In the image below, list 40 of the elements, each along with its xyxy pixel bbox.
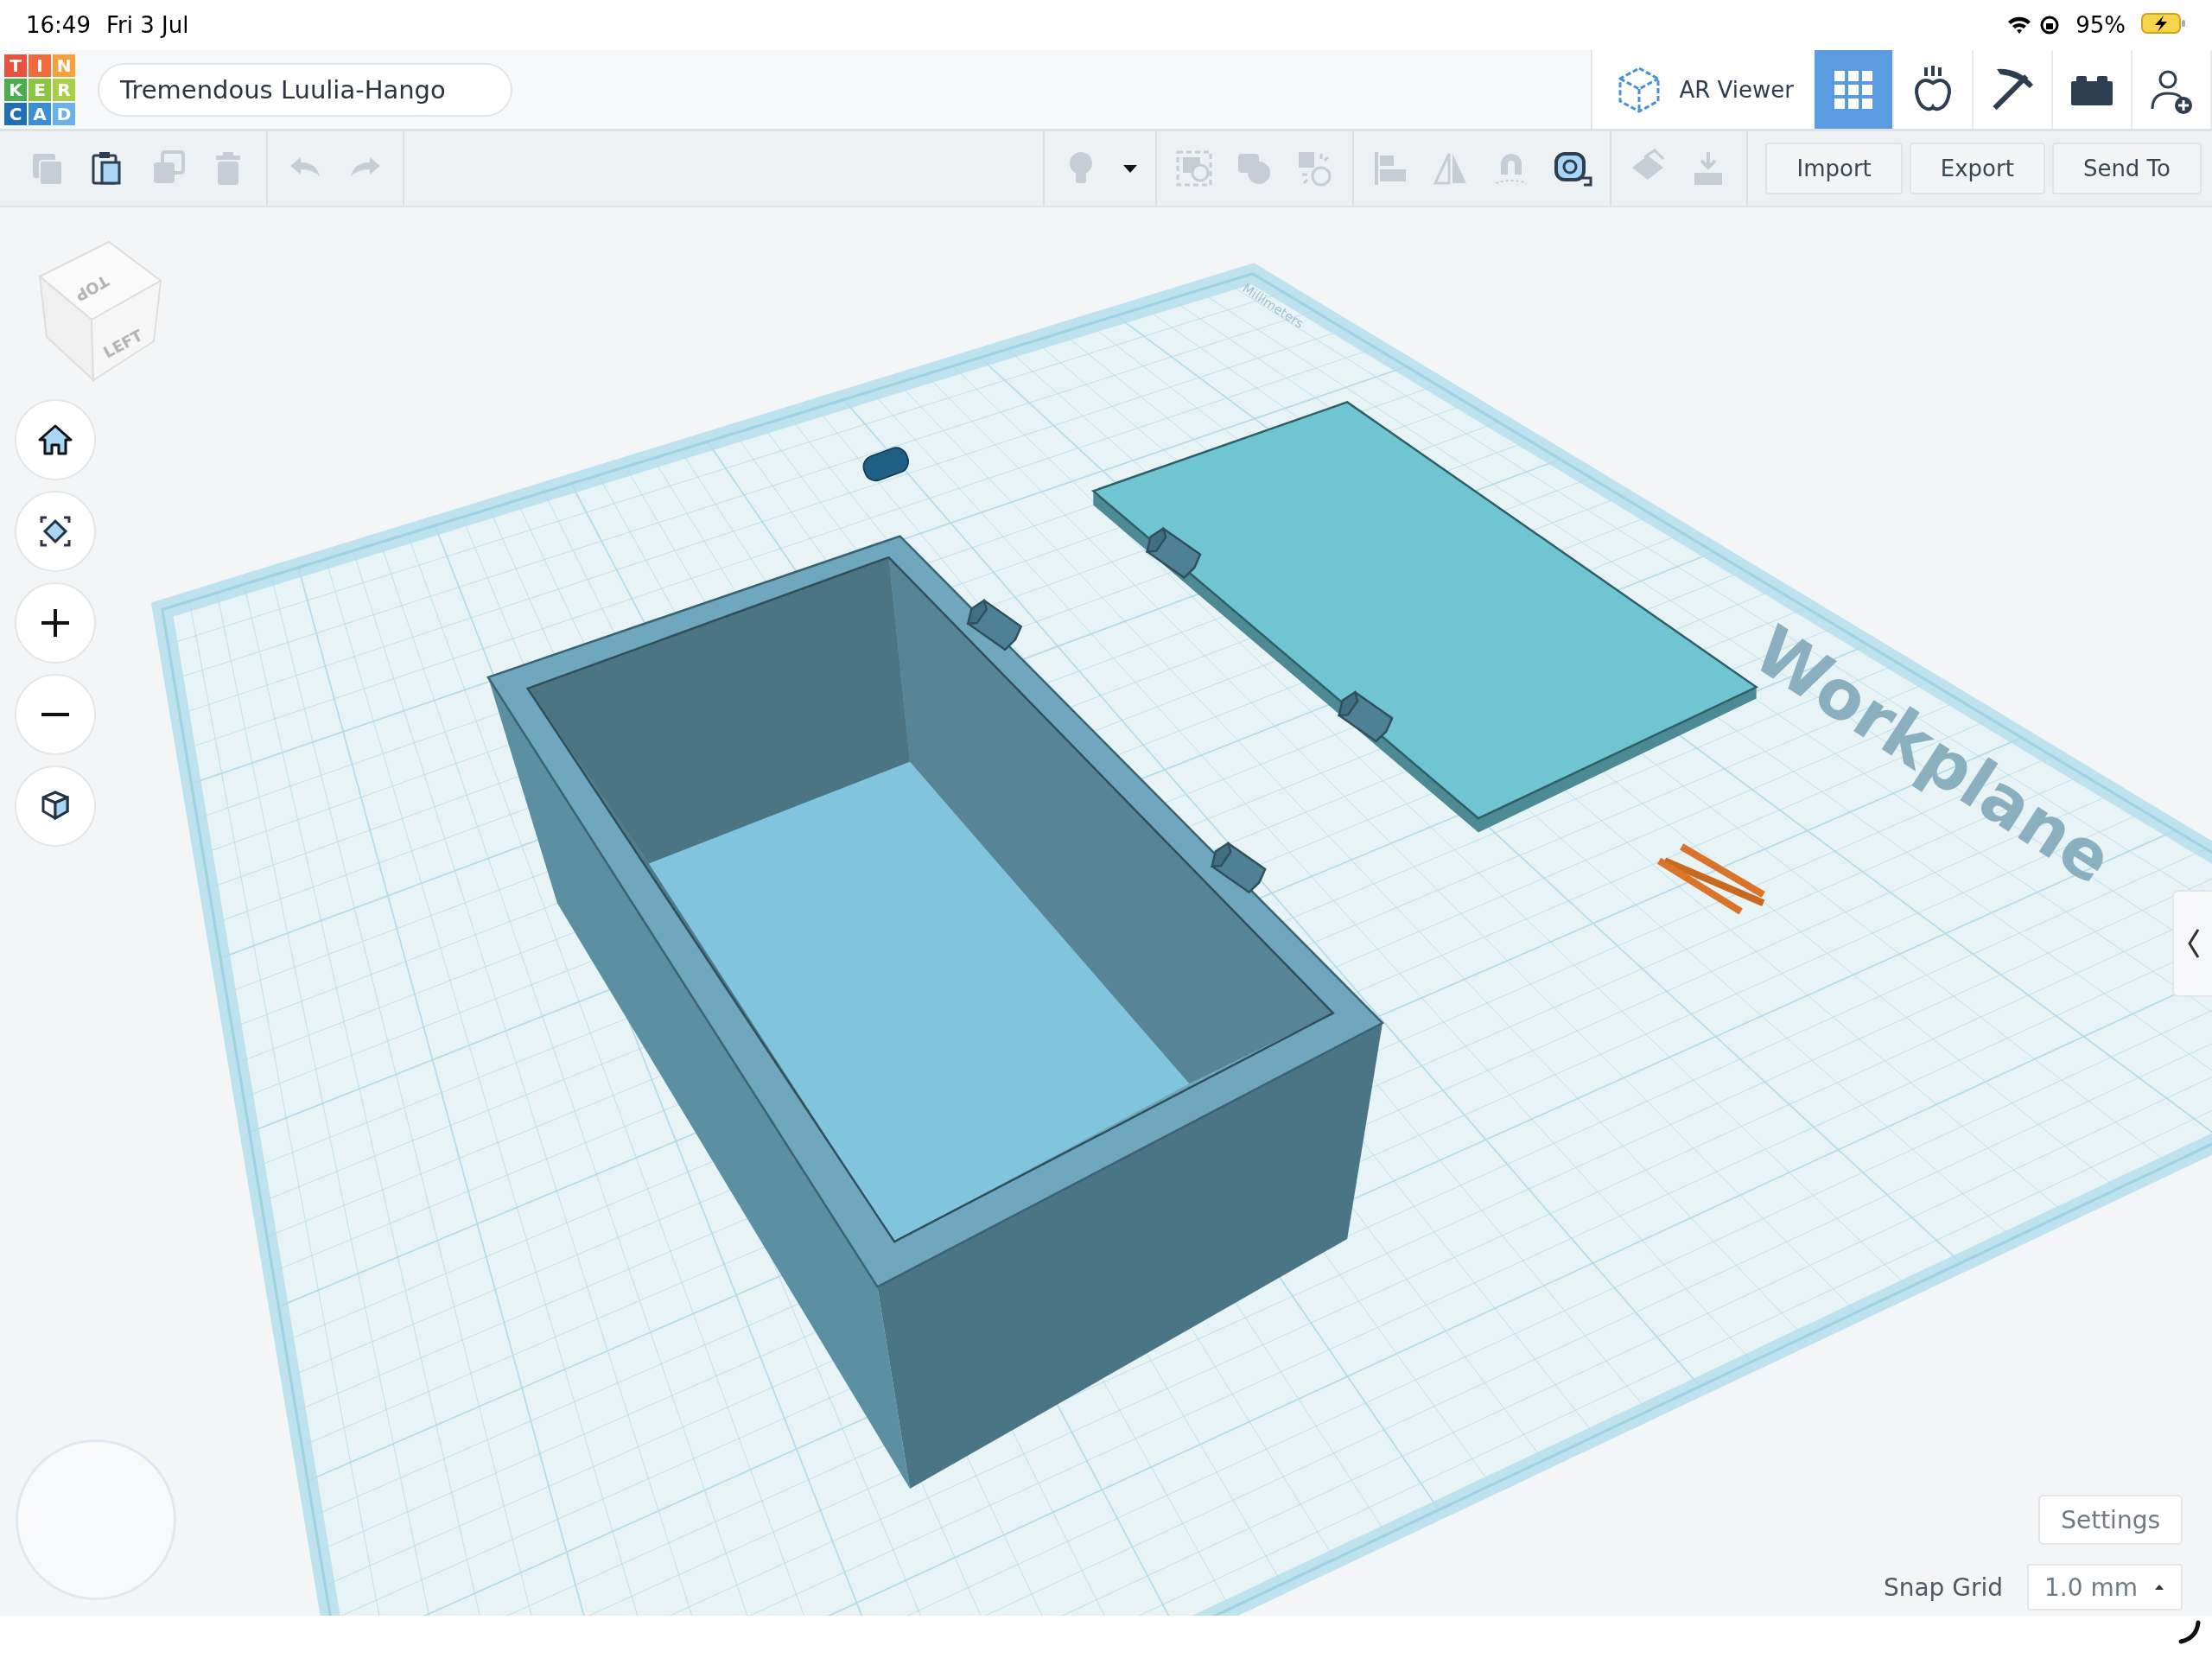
logo-letter: N xyxy=(53,54,75,77)
date-text: Fri 3 Jul xyxy=(105,12,189,38)
lock-rotation-icon xyxy=(2039,15,2061,35)
caret-icon xyxy=(1122,163,1139,174)
lid-model[interactable] xyxy=(1090,401,1759,833)
logo-letter: R xyxy=(53,78,75,101)
toolbar-button[interactable]: Send To xyxy=(2051,143,2202,194)
clock-time: 16:49 xyxy=(26,12,91,38)
logo-letter: A xyxy=(29,102,51,125)
hinge-model[interactable] xyxy=(1145,526,1202,580)
wifi-icon xyxy=(2006,15,2033,35)
mode-tab[interactable] xyxy=(1894,50,1974,129)
zoom-out-icon xyxy=(41,712,70,717)
snap-grid-label: Snap Grid xyxy=(1883,1572,2003,1602)
settings-button[interactable]: Settings xyxy=(2038,1495,2183,1545)
mode-tab[interactable] xyxy=(1974,50,2053,129)
caret-icon xyxy=(2153,1583,2165,1591)
hinge-model[interactable] xyxy=(966,599,1023,651)
project-name-field[interactable]: Tremendous Luulia-Hango xyxy=(98,62,512,117)
cube-face-label: TOP xyxy=(72,271,112,306)
logo-letter: K xyxy=(4,78,27,101)
battery-icon xyxy=(2141,12,2186,35)
group-icon xyxy=(1174,149,1215,188)
logo-letter: T xyxy=(4,54,27,77)
logo-letter: D xyxy=(53,102,75,125)
ar-viewer-button[interactable]: AR Viewer xyxy=(1591,50,1815,129)
mode-tab[interactable] xyxy=(2133,50,2212,129)
panel-toggle[interactable] xyxy=(2172,890,2212,997)
box-model[interactable] xyxy=(486,535,1385,1489)
logo-letter: E xyxy=(29,78,51,101)
logo-letter: I xyxy=(29,54,51,77)
toolbar-button[interactable]: Import xyxy=(1765,143,1903,194)
logo[interactable]: T I N K E R C A D xyxy=(4,54,75,125)
battery-percent: 95% xyxy=(2075,12,2126,38)
snap-grid-select[interactable]: 1.0 mm xyxy=(2027,1564,2183,1610)
toolbar-button[interactable]: Export xyxy=(1909,143,2045,194)
logo-letter: C xyxy=(4,102,27,125)
hinge-model[interactable] xyxy=(1338,690,1394,743)
hinge-model[interactable] xyxy=(1211,842,1267,894)
mode-tab[interactable] xyxy=(2053,50,2133,129)
